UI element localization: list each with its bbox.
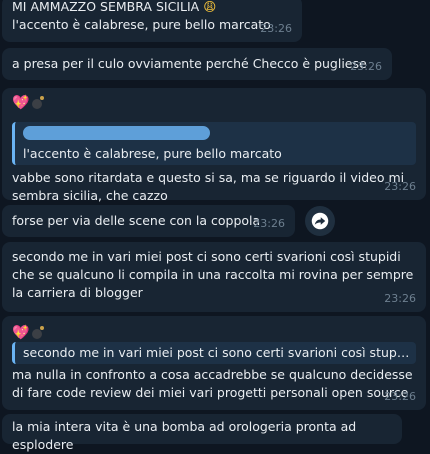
- message-text: forse per via delle scene con la coppola: [12, 213, 261, 228]
- reply-text: l'accento è calabrese, pure bello marcat…: [23, 146, 282, 161]
- message-time: 23:26: [260, 22, 292, 35]
- message-bubble[interactable]: 💖 secondo me in vari miei post ci sono c…: [2, 316, 426, 410]
- message-text: ma nulla in confronto a cosa accadrebbe …: [12, 367, 413, 400]
- reactions[interactable]: 💖: [2, 88, 426, 112]
- forward-icon: [311, 212, 329, 230]
- message-text: la mia intera vita è una bomba ad orolog…: [12, 419, 357, 452]
- forward-button[interactable]: [305, 206, 335, 236]
- bomb-icon: [31, 326, 45, 340]
- message-time: 23:26: [350, 60, 382, 73]
- reply-text: secondo me in vari miei post ci sono cer…: [23, 345, 416, 360]
- quote-text: MI AMMAZZO SEMBRA SICILIA: [12, 0, 200, 14]
- message-time: 23:26: [384, 180, 416, 193]
- weary-face-icon: 😩: [203, 0, 217, 14]
- message-bubble[interactable]: la mia intera vita è una bomba ad orolog…: [2, 414, 402, 452]
- message-time: 23:26: [253, 217, 285, 230]
- message-bubble[interactable]: a presa per il culo ovviamente perché Ch…: [2, 48, 392, 80]
- message-bubble[interactable]: MI AMMAZZO SEMBRA SICILIA 😩 l'accento è …: [2, 0, 302, 42]
- reply-author: [23, 124, 410, 145]
- reactions[interactable]: 💖: [2, 316, 426, 342]
- message-text: a presa per il culo ovviamente perché Ch…: [12, 56, 367, 71]
- message-bubble[interactable]: 💖 l'accento è calabrese, pure bello marc…: [2, 88, 426, 203]
- sparkling-heart-icon: 💖: [12, 95, 30, 111]
- message-text: l'accento è calabrese, pure bello marcat…: [12, 17, 271, 32]
- reply-quote[interactable]: l'accento è calabrese, pure bello marcat…: [12, 122, 416, 165]
- message-text: vabbe sono ritardata e questo si sa, ma …: [12, 170, 405, 203]
- message-text: secondo me in vari miei post ci sono cer…: [12, 249, 414, 300]
- message-bubble[interactable]: secondo me in vari miei post ci sono cer…: [2, 242, 426, 312]
- reply-quote[interactable]: secondo me in vari miei post ci sono cer…: [12, 342, 416, 364]
- message-time: 23:26: [384, 390, 416, 403]
- sparkling-heart-icon: 💖: [12, 325, 30, 341]
- message-bubble[interactable]: forse per via delle scene con la coppola…: [2, 205, 295, 237]
- bomb-icon: [31, 96, 45, 110]
- message-time: 23:26: [384, 292, 416, 305]
